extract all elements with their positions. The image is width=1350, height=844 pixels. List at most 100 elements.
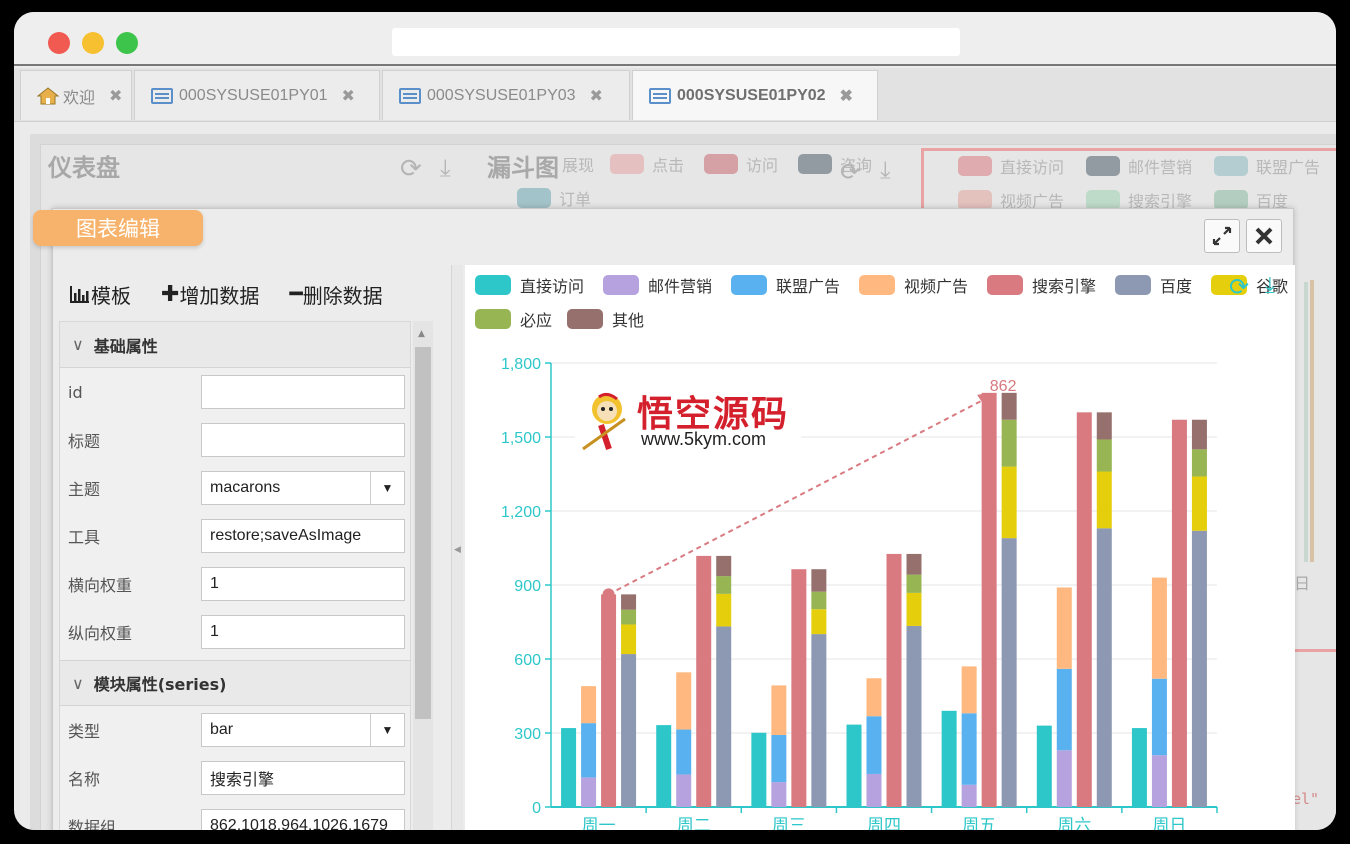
download-icon[interactable]: ⤓ <box>880 156 891 184</box>
bar <box>811 569 827 592</box>
collapse-left-icon[interactable]: ◀ <box>454 545 461 555</box>
refresh-icon[interactable]: ⟳ <box>400 154 422 184</box>
bar <box>656 725 672 807</box>
scroll-up-icon[interactable]: ▲ <box>418 329 425 339</box>
y-tick-label: 300 <box>514 726 541 743</box>
tab-bar: 欢迎 ✖ 000SYSUSE01PY01 ✖ 000SYSUSE01PY03 ✖… <box>14 68 1336 122</box>
chart-edit-badge: 图表编辑 <box>33 210 203 246</box>
property-row: id <box>60 368 410 416</box>
bar <box>621 624 637 655</box>
monkey-king-logo <box>582 392 626 451</box>
bar <box>1151 755 1167 807</box>
tab-py01[interactable]: 000SYSUSE01PY01 ✖ <box>134 70 380 120</box>
x-tick-label: 周五 <box>962 816 996 830</box>
x-tick-label: 周三 <box>772 816 806 830</box>
bar <box>846 724 862 807</box>
chevron-down-icon: ∨ <box>72 335 84 354</box>
download-icon[interactable]: ⤓ <box>440 154 451 182</box>
type-select[interactable]: bar ▼ <box>201 713 405 747</box>
tab-py03[interactable]: 000SYSUSE01PY03 ✖ <box>382 70 630 120</box>
tools-field[interactable]: restore;saveAsImage <box>201 519 405 553</box>
tab-label: 欢迎 <box>63 89 96 107</box>
bar <box>1171 419 1187 807</box>
x-tick-label: 周六 <box>1057 816 1091 830</box>
add-data-label: 增加数据 <box>179 283 260 308</box>
field-label: 数据组 <box>68 818 117 830</box>
bar <box>791 569 807 807</box>
bar <box>811 634 827 807</box>
background-code: el" <box>1292 790 1320 808</box>
bar <box>621 609 637 625</box>
id-field[interactable] <box>201 375 405 409</box>
bar <box>581 777 597 807</box>
bar <box>1191 530 1207 807</box>
horizontal-weight-field[interactable]: 1 <box>201 567 405 601</box>
bar <box>1096 528 1112 807</box>
bar <box>1056 750 1072 807</box>
minus-icon: ━ <box>289 281 303 307</box>
refresh-icon[interactable]: ⟳ <box>840 158 860 186</box>
bar <box>1191 449 1207 477</box>
funnel-legend-item: 订单 <box>517 186 591 210</box>
minimize-window-button[interactable] <box>82 32 104 54</box>
bar <box>1036 725 1052 807</box>
delete-data-button[interactable]: ━ 删除数据 <box>289 279 382 309</box>
chevron-down-icon: ∨ <box>72 673 84 693</box>
panel-splitter[interactable]: ◀ <box>451 265 463 830</box>
x-tick-label: 周四 <box>867 816 901 830</box>
add-data-button[interactable]: ✚ 增加数据 <box>161 279 259 309</box>
close-icon[interactable]: ✖ <box>109 86 122 106</box>
field-label: id <box>68 382 83 402</box>
data-group-field[interactable]: 862,1018,964,1026,1679 <box>201 809 405 830</box>
bar <box>696 555 712 807</box>
name-field[interactable]: 搜索引擎 <box>201 761 405 795</box>
maximize-icon[interactable] <box>1204 219 1240 253</box>
caret-down-icon[interactable]: ▼ <box>370 714 404 746</box>
close-window-button[interactable] <box>48 32 70 54</box>
section-title: 基础属性 <box>93 336 158 356</box>
table-icon <box>399 87 421 104</box>
theme-select[interactable]: macarons ▼ <box>201 471 405 505</box>
scrollbar-thumb[interactable] <box>415 347 431 719</box>
tab-welcome[interactable]: 欢迎 ✖ <box>20 70 132 120</box>
bar <box>906 574 922 593</box>
watermark-url: www.5kym.com <box>641 429 767 449</box>
bar <box>1191 476 1207 531</box>
close-icon[interactable]: ✖ <box>840 86 853 106</box>
basic-properties-header[interactable]: ∨ 基础属性 <box>60 322 410 368</box>
close-icon[interactable]: ✖ <box>590 86 603 106</box>
vertical-weight-field[interactable]: 1 <box>201 615 405 649</box>
caret-down-icon[interactable]: ▼ <box>370 472 404 504</box>
property-row: 类型 bar ▼ <box>60 706 410 754</box>
property-row: 标题 <box>60 416 410 464</box>
field-label: 名称 <box>68 770 101 789</box>
plus-icon: ✚ <box>161 281 180 307</box>
field-label: 标题 <box>68 432 101 451</box>
bar <box>676 672 692 730</box>
address-bar[interactable] <box>392 28 960 56</box>
close-icon[interactable]: ✖ <box>342 86 355 106</box>
bar <box>621 654 637 807</box>
property-scrollbar[interactable]: ▲ <box>413 321 433 830</box>
chart-edit-dialog: 模板 ✚ 增加数据 ━ 删除数据 ∨ 基础属性 id 标题 主题 macarons… <box>52 208 1295 830</box>
bar <box>1001 538 1017 807</box>
section-title: 模块属性(series) <box>93 675 227 694</box>
bar <box>716 576 732 594</box>
bar <box>961 666 977 714</box>
bar <box>581 723 597 778</box>
y-tick-label: 1,200 <box>501 504 541 521</box>
bar <box>981 392 997 807</box>
title-field[interactable] <box>201 423 405 457</box>
tab-py02[interactable]: 000SYSUSE01PY02 ✖ <box>632 70 878 120</box>
funnel-legend-item: 咨询 <box>798 152 872 176</box>
y-tick-label: 0 <box>532 800 541 817</box>
x-tick-label: 周一 <box>582 816 616 830</box>
close-icon[interactable] <box>1246 219 1282 253</box>
series-properties-header[interactable]: ∨ 模块属性(series) <box>60 660 410 706</box>
bar <box>941 710 957 807</box>
bar <box>1001 466 1017 539</box>
template-button[interactable]: 模板 <box>69 279 131 309</box>
field-label: 工具 <box>68 528 101 547</box>
maximize-window-button[interactable] <box>116 32 138 54</box>
bar <box>676 729 692 775</box>
